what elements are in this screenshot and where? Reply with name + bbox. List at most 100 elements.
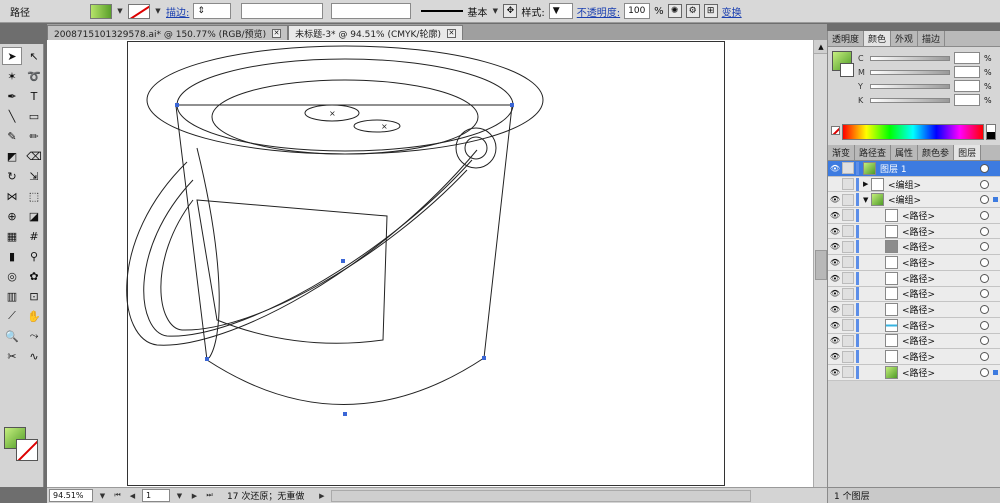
lock-toggle[interactable] bbox=[842, 319, 854, 332]
lock-toggle[interactable] bbox=[842, 193, 854, 206]
scale-tool-icon[interactable]: ⇲ bbox=[24, 167, 44, 185]
target-circle-icon[interactable] bbox=[980, 226, 989, 236]
lock-toggle[interactable] bbox=[842, 256, 854, 269]
vertical-scrollbar[interactable]: ▲ bbox=[813, 40, 828, 487]
visibility-eye-icon[interactable]: 👁 bbox=[828, 211, 842, 220]
color-spectrum[interactable] bbox=[842, 124, 984, 140]
graphic-style-dropdown-icon[interactable]: ▼ bbox=[553, 6, 560, 16]
lock-toggle[interactable] bbox=[842, 366, 854, 379]
visibility-eye-icon[interactable]: 👁 bbox=[828, 336, 842, 345]
canvas[interactable]: × × bbox=[47, 40, 813, 487]
knife-tool-icon[interactable]: ⤳ bbox=[24, 327, 44, 345]
visibility-eye-icon[interactable]: 👁 bbox=[828, 258, 842, 267]
layer-row[interactable]: 👁 <路径> bbox=[828, 223, 1000, 240]
target-circle-icon[interactable] bbox=[980, 242, 989, 252]
symbol-sprayer-tool-icon[interactable]: ✿ bbox=[24, 267, 44, 285]
variable-width-field[interactable] bbox=[241, 3, 324, 19]
lock-toggle[interactable] bbox=[842, 240, 854, 253]
k-input[interactable] bbox=[954, 94, 980, 106]
stroke-link[interactable]: 描边: bbox=[166, 4, 189, 19]
live-paint-tool-icon[interactable]: ◪ bbox=[24, 207, 44, 225]
opacity-link[interactable]: 不透明度: bbox=[577, 4, 620, 19]
tab-gradient[interactable]: 渐变 bbox=[828, 145, 856, 160]
tab-stroke[interactable]: 描边 bbox=[918, 31, 946, 46]
target-circle-icon[interactable] bbox=[980, 305, 989, 315]
lock-toggle[interactable] bbox=[842, 334, 854, 347]
artboard-number-field[interactable]: 1 bbox=[142, 489, 170, 502]
layer-row[interactable]: 👁▼图层 1 bbox=[828, 161, 1000, 177]
reference-point-icon[interactable]: ⊞ bbox=[703, 4, 718, 18]
target-circle-icon[interactable] bbox=[980, 336, 989, 346]
graphic-style-field[interactable]: ▼ bbox=[548, 3, 573, 19]
column-graph-tool-icon[interactable]: ▥ bbox=[2, 287, 22, 305]
slice-tool-icon[interactable]: ⟋ bbox=[2, 307, 22, 325]
lasso-tool-icon[interactable]: ➰ bbox=[24, 67, 44, 85]
visibility-eye-icon[interactable]: 👁 bbox=[828, 352, 842, 361]
stroke-weight-spinner-icon[interactable]: ⇕ bbox=[197, 6, 205, 16]
visibility-eye-icon[interactable]: 👁 bbox=[828, 227, 842, 236]
layer-row[interactable]: ▶ <编组> bbox=[828, 176, 1000, 193]
first-artboard-icon[interactable]: ⏮ bbox=[112, 490, 123, 502]
zoom-field[interactable]: 94.51% bbox=[49, 489, 93, 502]
align-icon[interactable]: ✥ bbox=[503, 4, 518, 18]
close-icon[interactable]: ✕ bbox=[446, 28, 456, 38]
target-circle-icon[interactable] bbox=[980, 210, 989, 220]
blob-brush-tool-icon[interactable]: ◩ bbox=[2, 147, 22, 165]
artboard-tool-icon[interactable]: ⊡ bbox=[24, 287, 44, 305]
pen-tool-icon[interactable]: ✒ bbox=[2, 87, 22, 105]
y-slider[interactable] bbox=[870, 83, 950, 89]
m-slider[interactable] bbox=[870, 69, 950, 75]
rectangle-tool-icon[interactable]: ▭ bbox=[24, 107, 44, 125]
width-tool-icon[interactable]: ⋈ bbox=[2, 187, 22, 205]
layer-row[interactable]: 👁 <路径> bbox=[828, 270, 1000, 287]
target-circle-icon[interactable] bbox=[980, 352, 989, 362]
stroke-dropdown-icon[interactable]: ▼ bbox=[154, 4, 162, 19]
visibility-eye-icon[interactable]: 👁 bbox=[828, 164, 842, 173]
layer-row[interactable]: 👁 <路径> bbox=[828, 255, 1000, 271]
stroke-swatch[interactable] bbox=[128, 3, 150, 19]
gradient-tool-icon[interactable]: ▮ bbox=[2, 247, 22, 265]
fill-swatch[interactable] bbox=[90, 3, 112, 19]
rotate-tool-icon[interactable]: ↻ bbox=[2, 167, 22, 185]
stroke-style-dropdown-icon[interactable]: ▼ bbox=[491, 4, 499, 19]
tab-color[interactable]: 颜色 bbox=[864, 31, 892, 46]
direct-selection-tool-icon[interactable]: ↖ bbox=[24, 47, 44, 65]
layer-row[interactable]: 👁 <路径> bbox=[828, 349, 1000, 365]
zoom-tool-icon[interactable]: 🔍 bbox=[2, 327, 22, 345]
visibility-eye-icon[interactable]: 👁 bbox=[828, 368, 842, 377]
mesh-tool-icon[interactable]: # bbox=[24, 227, 44, 245]
magic-wand-tool-icon[interactable]: ✶ bbox=[2, 67, 22, 85]
tab-layers[interactable]: 图层 bbox=[954, 145, 982, 160]
brush-field[interactable] bbox=[331, 3, 412, 19]
layer-row[interactable]: 👁 <路径> bbox=[828, 239, 1000, 256]
warp-tool-icon[interactable]: ∿ bbox=[24, 347, 44, 365]
next-artboard-icon[interactable]: ▶ bbox=[189, 490, 200, 502]
transform-link[interactable]: 变换 bbox=[722, 4, 742, 19]
status-menu-icon[interactable]: ▶ bbox=[316, 490, 327, 502]
paintbrush-tool-icon[interactable]: ✎ bbox=[2, 127, 22, 145]
blend-tool-icon[interactable]: ◎ bbox=[2, 267, 22, 285]
m-input[interactable] bbox=[954, 66, 980, 78]
perspective-grid-tool-icon[interactable]: ▦ bbox=[2, 227, 22, 245]
document-tab-1[interactable]: 20087151013295​78.ai* @ 150.77% (RGB/预览)… bbox=[47, 25, 289, 40]
layer-row[interactable]: 👁 <路径> bbox=[828, 286, 1000, 303]
visibility-eye-icon[interactable]: 👁 bbox=[828, 305, 842, 314]
target-circle-icon[interactable] bbox=[980, 289, 989, 299]
black-white-swatch[interactable] bbox=[986, 124, 996, 140]
scroll-thumb[interactable] bbox=[815, 250, 827, 280]
c-input[interactable] bbox=[954, 52, 980, 64]
bucket-outline-artwork[interactable]: × × bbox=[47, 40, 813, 487]
target-circle-icon[interactable] bbox=[980, 320, 989, 330]
none-color-icon[interactable] bbox=[831, 126, 840, 135]
target-circle-icon[interactable] bbox=[980, 195, 989, 205]
free-transform-tool-icon[interactable]: ⬚ bbox=[24, 187, 44, 205]
lock-toggle[interactable] bbox=[842, 225, 854, 238]
visibility-eye-icon[interactable]: 👁 bbox=[828, 195, 842, 204]
layer-row[interactable]: 👁 <路径> bbox=[828, 302, 1000, 318]
target-circle-icon[interactable] bbox=[980, 367, 989, 377]
horizontal-scrollbar[interactable] bbox=[331, 489, 752, 502]
stroke-weight-field[interactable]: ⇕ bbox=[193, 3, 232, 19]
settings-icon[interactable]: ⚙ bbox=[685, 4, 700, 18]
visibility-eye-icon[interactable]: 👁 bbox=[828, 289, 842, 298]
selection-tool-icon[interactable]: ➤ bbox=[2, 47, 22, 65]
